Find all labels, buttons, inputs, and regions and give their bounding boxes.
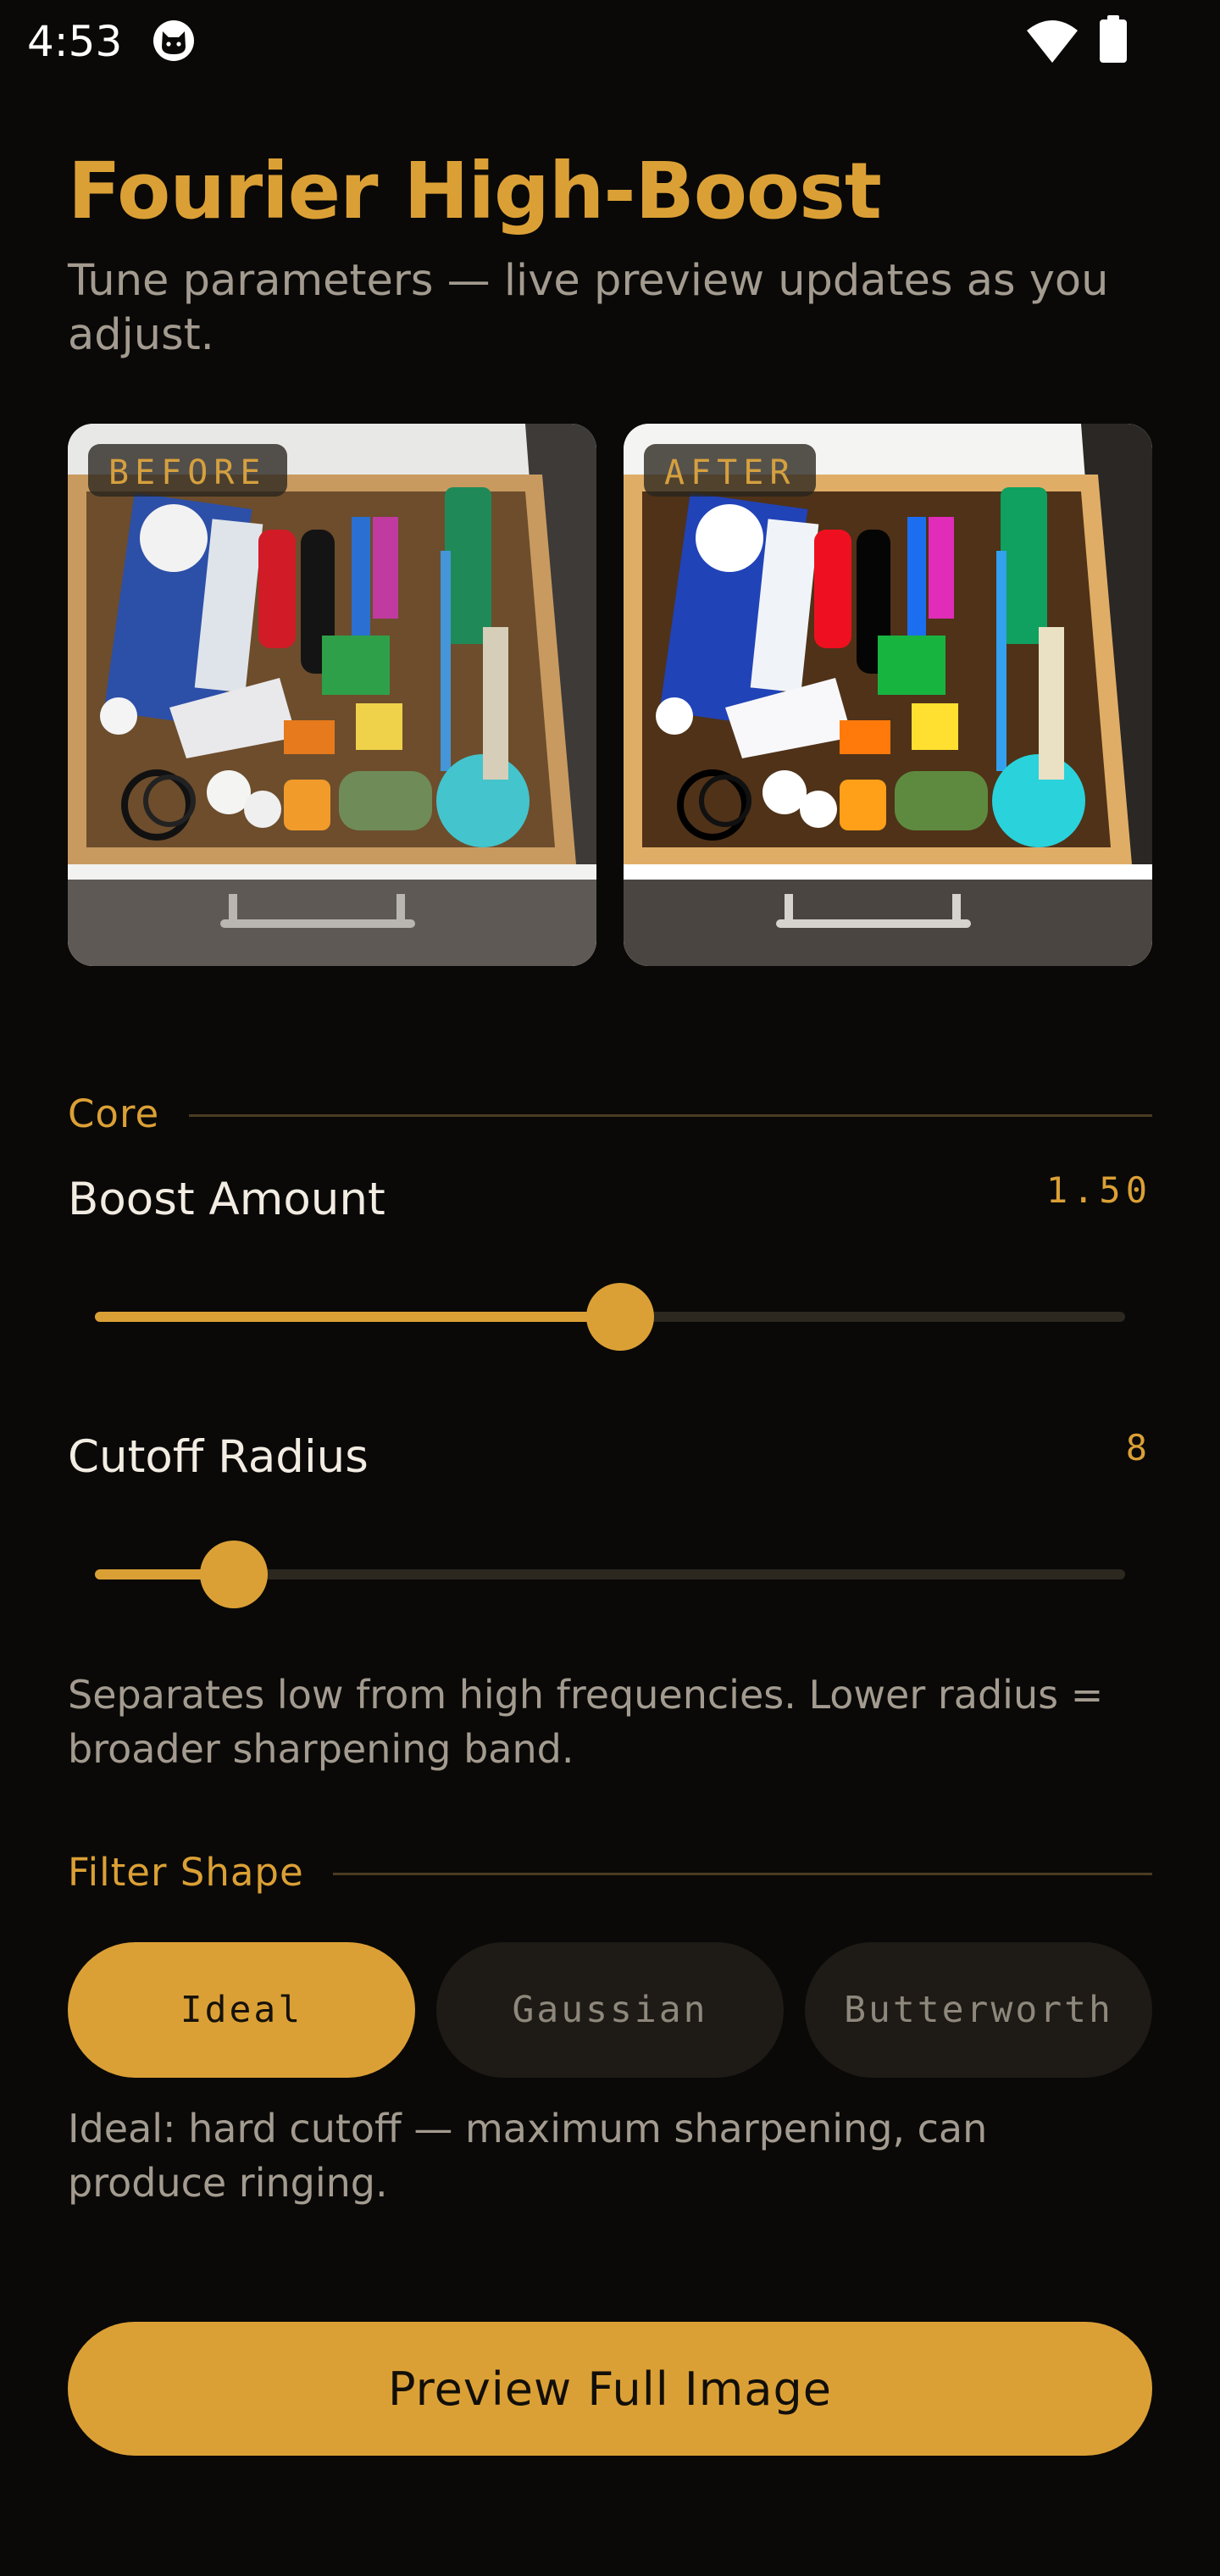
filter-option-gaussian[interactable]: Gaussian xyxy=(436,1942,784,2078)
before-preview-image: BEFORE xyxy=(68,424,596,966)
after-label: AFTER xyxy=(644,444,817,497)
battery-icon xyxy=(1100,15,1127,63)
status-time: 4:53 xyxy=(27,17,123,66)
slider-thumb[interactable] xyxy=(200,1541,269,1608)
filter-option-butterworth[interactable]: Butterworth xyxy=(805,1942,1152,2078)
before-label: BEFORE xyxy=(88,444,287,497)
drawer-photo-before xyxy=(68,424,596,966)
boost-amount-slider[interactable] xyxy=(95,1282,1125,1351)
boost-amount-label: Boost Amount xyxy=(68,1174,385,1225)
cat-notification-icon xyxy=(153,20,194,61)
preview-full-image-button[interactable]: Preview Full Image xyxy=(68,2322,1152,2456)
slider-fill xyxy=(95,1312,621,1322)
page-title: Fourier High-Boost xyxy=(68,146,882,236)
filter-shape-section-label: Filter Shape xyxy=(68,1850,304,1895)
core-section-label: Core xyxy=(68,1091,160,1136)
filter-option-ideal[interactable]: Ideal xyxy=(68,1942,415,2078)
cutoff-radius-value: 8 xyxy=(1125,1427,1152,1468)
boost-amount-value: 1.50 xyxy=(1045,1169,1152,1211)
cutoff-radius-label: Cutoff Radius xyxy=(68,1431,369,1483)
after-preview-image: AFTER xyxy=(624,424,1152,966)
section-divider xyxy=(333,1873,1152,1875)
section-divider xyxy=(189,1114,1152,1117)
cutoff-radius-slider[interactable] xyxy=(95,1540,1125,1608)
drawer-photo-after xyxy=(624,424,1152,966)
page-subtitle: Tune parameters — live preview updates a… xyxy=(68,256,1109,360)
cutoff-help-text: Separates low from high frequencies. Low… xyxy=(68,1672,1104,1772)
wifi-icon xyxy=(1027,20,1078,63)
status-bar: 4:53 xyxy=(0,0,1220,85)
filter-shape-section-header: Filter Shape xyxy=(68,1847,1152,1898)
slider-thumb[interactable] xyxy=(586,1283,655,1351)
core-section-header: Core xyxy=(68,1089,1152,1140)
filter-help-text: Ideal: hard cutoff — maximum sharpening,… xyxy=(68,2106,988,2206)
